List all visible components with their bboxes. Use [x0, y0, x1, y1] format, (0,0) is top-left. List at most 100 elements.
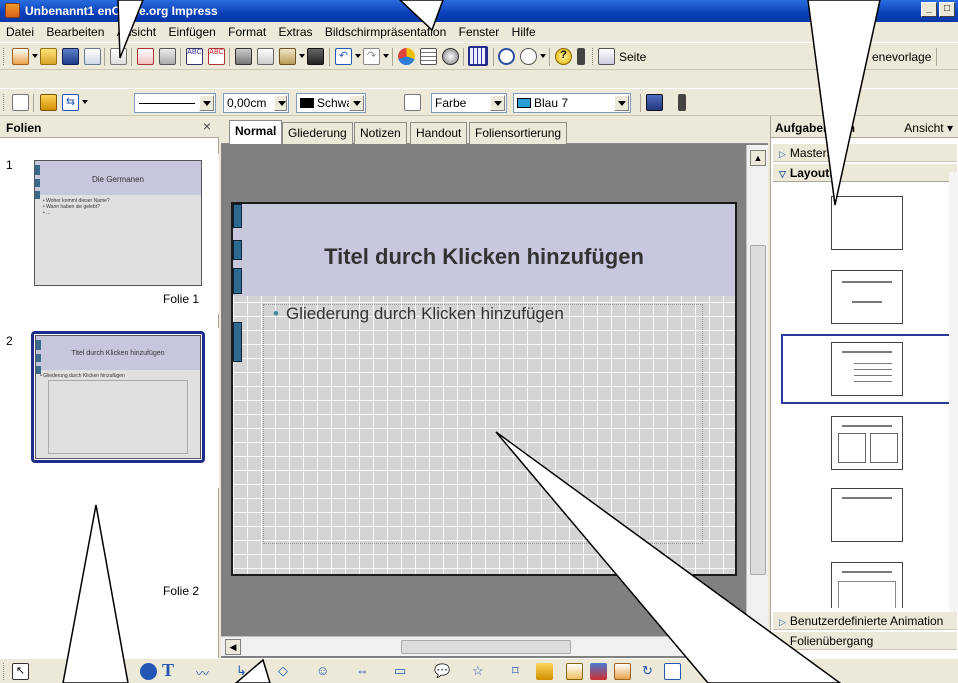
menu-extras[interactable]: Extras: [274, 22, 317, 39]
stars-icon[interactable]: ☆: [472, 663, 489, 680]
impress-app-icon[interactable]: [5, 3, 20, 18]
flowchart-icon[interactable]: ▭: [394, 663, 411, 680]
save-icon[interactable]: [62, 48, 79, 65]
restore-button[interactable]: □: [939, 2, 955, 17]
layout-blank[interactable]: [831, 196, 903, 250]
menu-format[interactable]: Format: [223, 22, 270, 39]
layout-title-object[interactable]: [831, 562, 903, 608]
curve-icon[interactable]: 〰: [196, 663, 213, 681]
autospell-icon[interactable]: ABC: [208, 48, 225, 65]
layout-title-content[interactable]: [831, 342, 903, 396]
hyperlink-icon[interactable]: [498, 48, 515, 65]
layout-title-2-content[interactable]: [831, 416, 903, 470]
horizontal-scrollbar[interactable]: ◀: [221, 636, 768, 656]
task-pane-view-menu[interactable]: Ansicht ▾: [904, 121, 953, 135]
pdf-icon[interactable]: [137, 48, 154, 65]
menu-fenster[interactable]: Fenster: [454, 22, 504, 39]
copy-icon[interactable]: [257, 48, 274, 65]
ellipse-icon[interactable]: [140, 663, 157, 680]
layout-title-text[interactable]: [831, 488, 903, 542]
table-icon[interactable]: [420, 48, 437, 65]
scroll-thumb[interactable]: [401, 640, 571, 654]
tab-normal[interactable]: Normal: [229, 120, 283, 144]
menu-bildschirmpraesentation[interactable]: Bildschirmpräsentation: [320, 22, 450, 39]
edit-icon[interactable]: [110, 48, 127, 65]
mail-icon[interactable]: [84, 48, 101, 65]
area-icon[interactable]: [404, 94, 421, 111]
scroll-left-icon[interactable]: ◀: [225, 639, 241, 655]
toolbar-grip[interactable]: [3, 48, 6, 65]
format-paintbrush-icon[interactable]: [307, 48, 324, 65]
new-dropdown-arrow[interactable]: [32, 54, 38, 58]
interaction-icon[interactable]: [12, 94, 29, 111]
slide-preview[interactable]: Titel durch Klicken hinzufügen • Glieder…: [35, 335, 201, 459]
shadow-icon[interactable]: [646, 94, 663, 111]
select-icon[interactable]: ↖: [12, 663, 29, 680]
menu-ansicht[interactable]: Ansicht: [112, 22, 160, 39]
outline-placeholder-box[interactable]: [263, 304, 703, 544]
help-icon[interactable]: ?: [555, 48, 572, 65]
slide-layout-label[interactable]: Seite: [619, 50, 646, 64]
paste-icon[interactable]: [279, 48, 296, 65]
menu-hilfe[interactable]: Hilfe: [507, 22, 540, 39]
area-style-select[interactable]: Farbe: [431, 93, 507, 113]
fontwork-icon[interactable]: [566, 663, 583, 680]
line-style-select[interactable]: [134, 93, 216, 113]
tab-foliensortierung[interactable]: Foliensortierung: [469, 122, 568, 144]
toolbar-grip-line[interactable]: [3, 94, 6, 111]
arrow-style-icon[interactable]: ⇆: [62, 94, 79, 111]
callouts-icon[interactable]: 💬: [434, 663, 451, 680]
grid-icon[interactable]: [468, 46, 488, 66]
task-pane-scrollbar[interactable]: [949, 172, 958, 612]
section-layouts[interactable]: ▽ Layouts: [773, 164, 957, 182]
text-icon[interactable]: T: [162, 660, 179, 680]
print-icon[interactable]: [159, 48, 176, 65]
outline-placeholder[interactable]: • Gliederung durch Klicken hinzufügen: [273, 304, 564, 324]
symbol-shapes-icon[interactable]: ☺: [316, 663, 333, 680]
undo-icon[interactable]: ↶: [335, 48, 352, 65]
toolbar-grip-draw[interactable]: [3, 663, 6, 680]
menu-datei[interactable]: Datei: [0, 22, 38, 39]
slide-layout-icon[interactable]: [598, 48, 615, 65]
menu-bearbeiten[interactable]: Bearbeiten: [41, 22, 108, 39]
toolbar-grip-2[interactable]: [592, 48, 595, 65]
section-custom-animation[interactable]: ▷ Benutzerdefinierte Animation: [773, 612, 957, 630]
navigator-icon[interactable]: [442, 48, 459, 65]
undo-dropdown-arrow[interactable]: [355, 54, 361, 58]
arrow-style-dropdown-arrow[interactable]: [82, 100, 88, 104]
slide-thumbnail-2[interactable]: 2 Titel durch Klicken hinzufügen • Glied…: [0, 328, 219, 598]
chart-icon[interactable]: [398, 48, 415, 65]
zoom-icon[interactable]: [520, 48, 537, 65]
slide-preview[interactable]: Die Germanen • Woher kommt dieser Name? …: [34, 160, 202, 286]
redo-icon[interactable]: ↷: [363, 48, 380, 65]
from-file-icon[interactable]: [590, 663, 607, 680]
tab-handout[interactable]: Handout: [410, 122, 468, 144]
close-icon[interactable]: ×: [203, 118, 211, 134]
menu-einfuegen[interactable]: Einfügen: [163, 22, 219, 39]
section-master-pages[interactable]: ▷ Masterseit: [773, 144, 957, 162]
slide-canvas[interactable]: Titel durch Klicken hinzufügen • Gliederu…: [221, 145, 746, 636]
basic-shapes-icon[interactable]: ◇: [278, 663, 295, 680]
section-slide-transition[interactable]: ▷ Folienübergang: [773, 632, 957, 650]
toolbar-overflow-icon-2[interactable]: [678, 94, 686, 111]
scroll-up-icon[interactable]: ▲: [750, 150, 766, 166]
minimize-button[interactable]: _: [921, 2, 937, 17]
alignment-icon[interactable]: [664, 663, 681, 680]
paste-dropdown-arrow[interactable]: [299, 54, 305, 58]
new-icon[interactable]: [12, 48, 29, 65]
line-style-icon[interactable]: [40, 94, 57, 111]
gallery-icon[interactable]: [614, 663, 631, 680]
cut-icon[interactable]: [235, 48, 252, 65]
redo-dropdown-arrow[interactable]: [383, 54, 389, 58]
rotate-icon[interactable]: ↻: [642, 663, 659, 680]
layout-title-only[interactable]: [831, 270, 903, 324]
line-width-input[interactable]: 0,00cm: [223, 93, 289, 113]
vertical-scrollbar[interactable]: ▲: [746, 145, 768, 636]
slide-thumbnail-1[interactable]: 1 Die Germanen • Woher kommt dieser Name…: [0, 154, 219, 314]
connector-icon[interactable]: ↳: [236, 663, 253, 680]
block-arrows-icon[interactable]: ⇔: [356, 663, 373, 680]
master-design-label[interactable]: enevorlage: [872, 50, 931, 64]
tab-notizen[interactable]: Notizen: [354, 122, 407, 144]
zoom-dropdown-arrow[interactable]: [540, 54, 546, 58]
tab-gliederung[interactable]: Gliederung: [282, 122, 353, 144]
